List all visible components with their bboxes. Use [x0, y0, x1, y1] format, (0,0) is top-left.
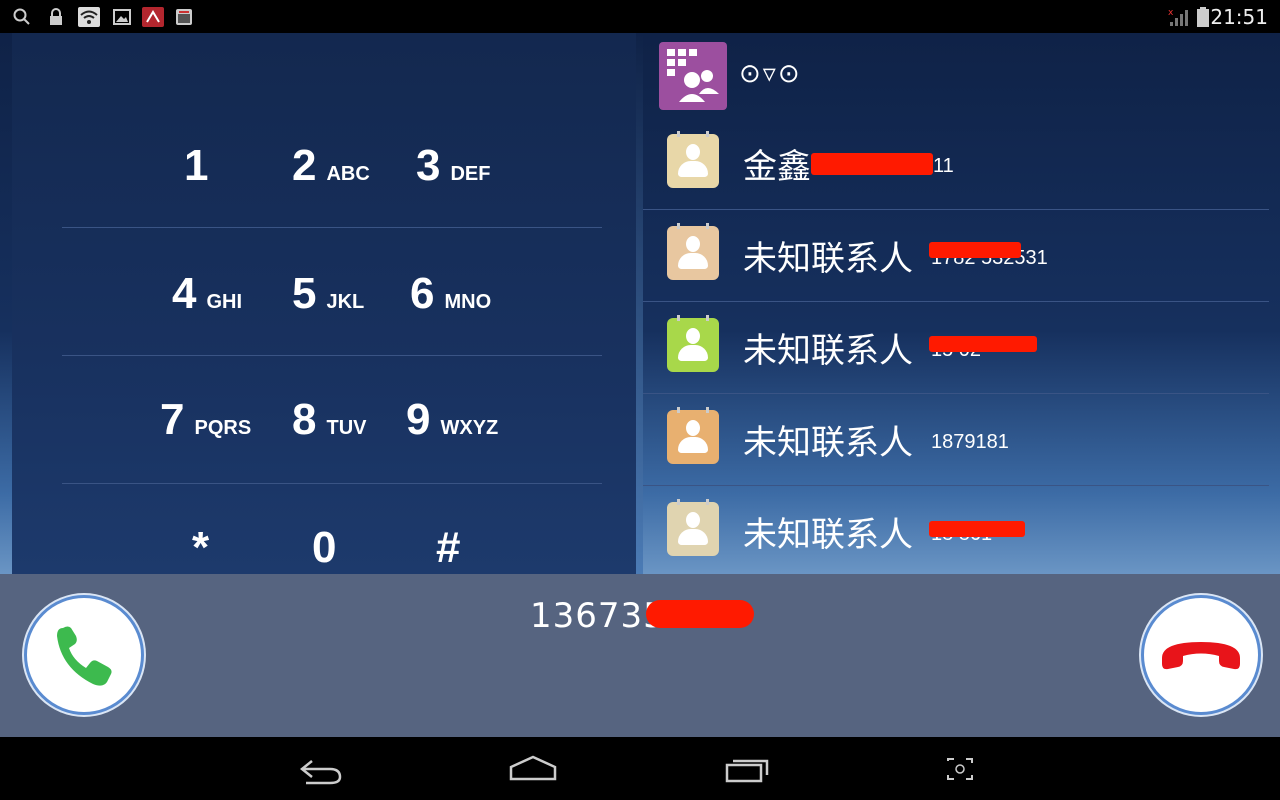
contact-row[interactable]: 金鑫 11 [643, 117, 1269, 210]
clock: 21:51 [1210, 5, 1268, 29]
battery-icon [1197, 7, 1209, 27]
redaction-mark [811, 153, 933, 175]
dial-keypad: 1 2 ABC 3 DEF 4 GHI 5 JKL 6 MNO 7 PQRS 8… [12, 33, 636, 574]
redaction-mark [929, 242, 1021, 258]
contacts-keypad-icon[interactable] [659, 42, 727, 110]
key-6[interactable]: 6 MNO [410, 269, 491, 319]
contact-number: 1879181 [931, 431, 1009, 453]
contact-avatar [667, 407, 719, 464]
contacts-panel: ⊙▿⊙ 金鑫 11 未知联系人 1782 532531 未知联系人 15 0 [643, 33, 1280, 574]
back-icon[interactable] [290, 751, 350, 787]
key-1[interactable]: 1 [184, 141, 208, 191]
key-7[interactable]: 7 PQRS [160, 395, 251, 445]
signal-icon: x [1168, 8, 1188, 26]
contact-name: 未知联系人 [743, 515, 913, 555]
filter-selector[interactable]: ⊙▿⊙ [739, 59, 802, 89]
call-button[interactable] [24, 595, 144, 715]
wifi-icon [78, 7, 100, 27]
lock-icon [50, 8, 62, 25]
key-0[interactable]: 0 [312, 523, 336, 573]
navigation-bar [0, 737, 1280, 800]
contact-name: 金鑫 [743, 147, 811, 187]
contact-avatar [667, 223, 719, 280]
key-5[interactable]: 5 JKL [292, 269, 364, 319]
contact-name: 未知联系人 [743, 239, 913, 279]
image-icon [113, 9, 131, 25]
screenshot-icon[interactable] [930, 751, 990, 787]
key-9[interactable]: 9 WXYZ [406, 395, 498, 445]
panel-divider [636, 33, 643, 574]
contact-name: 未知联系人 [743, 423, 913, 463]
app-badge-icon [142, 7, 164, 27]
key-hash[interactable]: # [436, 523, 460, 573]
home-icon[interactable] [503, 751, 563, 787]
main-area: 1 2 ABC 3 DEF 4 GHI 5 JKL 6 MNO 7 PQRS 8… [0, 33, 1280, 574]
row-divider [62, 483, 602, 484]
recent-apps-icon[interactable] [717, 751, 777, 787]
call-bar: 136735 [0, 574, 1280, 737]
contact-avatar [667, 315, 719, 372]
calendar-icon [176, 9, 192, 25]
row-divider [62, 355, 602, 356]
contact-row[interactable]: 未知联系人 15 02 [643, 301, 1269, 394]
contact-row[interactable]: 未知联系人 1782 532531 [643, 209, 1269, 302]
phone-call-icon [57, 626, 112, 686]
key-3[interactable]: 3 DEF [416, 141, 490, 191]
status-bar: x 21:51 [0, 0, 1280, 33]
redaction-mark [646, 600, 754, 628]
hangup-button[interactable] [1141, 595, 1261, 715]
contact-number: 11 [933, 155, 954, 177]
phone-hangup-icon [1162, 642, 1240, 670]
key-8[interactable]: 8 TUV [292, 395, 366, 445]
contact-row[interactable]: 未知联系人 18 861 [643, 485, 1269, 577]
contact-row[interactable]: 未知联系人 1879181 [643, 393, 1269, 486]
key-4[interactable]: 4 GHI [172, 269, 242, 319]
redaction-mark [929, 336, 1037, 352]
contact-avatar [667, 131, 719, 188]
contact-name: 未知联系人 [743, 331, 913, 371]
redaction-mark [929, 521, 1025, 537]
contact-avatar [667, 499, 719, 556]
key-2[interactable]: 2 ABC [292, 141, 370, 191]
svg-text:x: x [1168, 8, 1174, 18]
search-icon [13, 8, 30, 25]
key-star[interactable]: * [192, 523, 209, 573]
row-divider [62, 227, 602, 228]
